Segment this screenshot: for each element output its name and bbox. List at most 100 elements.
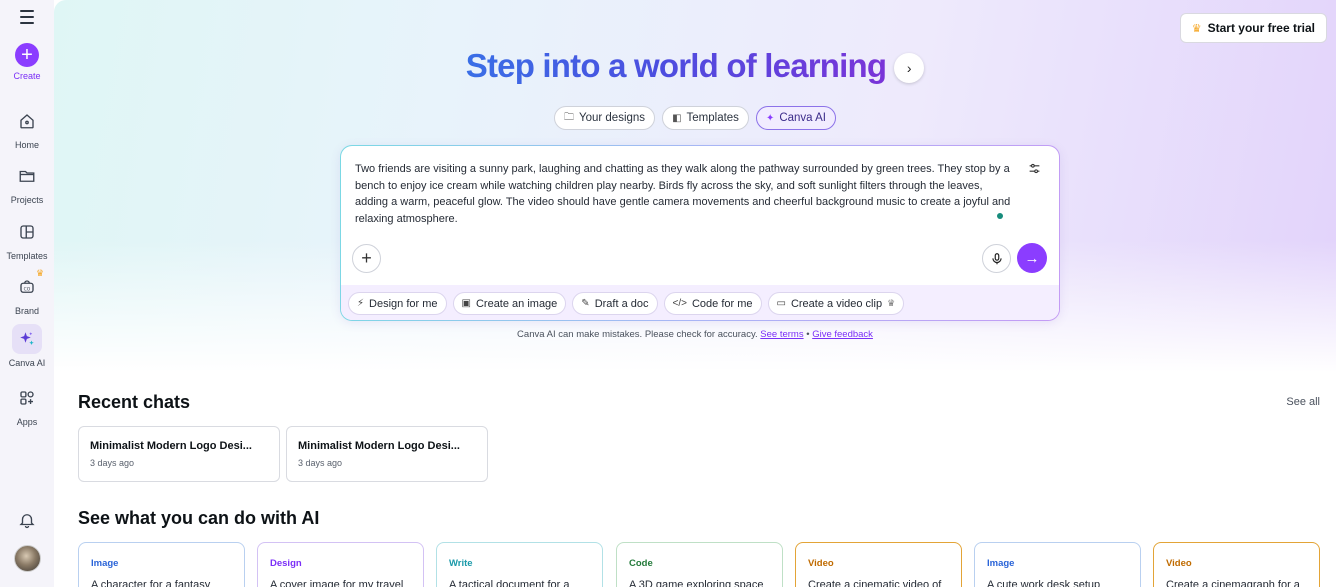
- sidebar-item-projects[interactable]: Projects: [0, 161, 54, 205]
- card-category: Write: [449, 558, 473, 569]
- card-category: Code: [629, 558, 653, 569]
- menu-icon[interactable]: [16, 8, 38, 26]
- sidebar-item-label: Home: [14, 140, 39, 150]
- ai-example-card[interactable]: Video Create a cinemagraph for a: [1153, 542, 1320, 587]
- sidebar-item-label: Canva AI: [8, 358, 46, 368]
- disclaimer-text: Canva AI can make mistakes. Please check…: [517, 329, 758, 340]
- ai-example-card[interactable]: Image A cute work desk setup: [974, 542, 1141, 587]
- settings-sliders-icon[interactable]: [1028, 162, 1041, 178]
- sidebar-item-label: Brand: [14, 306, 40, 316]
- give-feedback-link[interactable]: Give feedback: [812, 329, 873, 340]
- avatar[interactable]: [0, 545, 54, 572]
- sidebar-item-label: Apps: [16, 417, 38, 427]
- notifications-button[interactable]: [0, 505, 54, 535]
- card-category: Image: [987, 558, 1015, 569]
- card-description: Create a cinematic video of: [808, 579, 942, 587]
- sidebar-item-templates[interactable]: Templates: [0, 217, 54, 261]
- card-category: Image: [91, 558, 119, 569]
- chat-title: Minimalist Modern Logo Desi...: [298, 440, 460, 452]
- add-attachment-button[interactable]: +: [352, 244, 381, 273]
- mode-tabs: 🗀 Your designs ◧ Templates ✦ Canva AI: [54, 106, 1336, 130]
- prompt-box: Two friends are visiting a sunny park, l…: [340, 145, 1060, 321]
- draft-doc-button[interactable]: ✎ Draft a doc: [572, 292, 658, 315]
- crown-icon: ♛: [887, 298, 896, 308]
- ai-example-card[interactable]: Video Create a cinematic video of: [795, 542, 962, 587]
- see-all-link[interactable]: See all: [1286, 396, 1320, 408]
- see-terms-link[interactable]: See terms: [760, 329, 803, 340]
- sidebar-item-label: Projects: [10, 195, 44, 205]
- magic-wand-icon: ⚡: [357, 298, 365, 309]
- ai-example-card[interactable]: Design A cover image for my travel: [257, 542, 424, 587]
- arrow-right-icon: →: [1024, 249, 1040, 267]
- sidebar-item-canva-ai[interactable]: Canva AI: [0, 324, 54, 368]
- chat-date: 3 days ago: [90, 458, 135, 468]
- recent-chat-card[interactable]: Minimalist Modern Logo Desi... 3 days ag…: [78, 426, 280, 482]
- tab-label: Your designs: [578, 112, 646, 124]
- microphone-button[interactable]: [982, 244, 1011, 273]
- card-category: Video: [808, 558, 834, 569]
- user-avatar-image: [13, 545, 41, 572]
- create-image-button[interactable]: ▣ Create an image: [452, 292, 567, 315]
- chip-label: Create a video clip: [790, 297, 883, 310]
- image-icon: ▣: [461, 298, 471, 309]
- chat-title: Minimalist Modern Logo Desi...: [90, 440, 252, 452]
- quick-actions: ⚡ Design for me ▣ Create an image ✎ Draf…: [341, 285, 1059, 320]
- sidebar: + Create Home Projects Templates CO ♛ Br…: [0, 0, 54, 587]
- svg-text:CO: CO: [24, 286, 31, 292]
- tab-templates[interactable]: ◧ Templates: [662, 106, 749, 130]
- crown-icon: ♛: [1191, 22, 1202, 35]
- sidebar-item-label: Templates: [6, 251, 48, 261]
- crown-icon: ♛: [36, 268, 45, 278]
- chat-date: 3 days ago: [298, 458, 343, 468]
- tab-your-designs[interactable]: 🗀 Your designs: [553, 106, 656, 130]
- folder-icon: 🗀: [563, 111, 574, 123]
- ai-section-title: See what you can do with AI: [78, 508, 320, 528]
- pen-icon: ✎: [581, 298, 590, 309]
- start-free-trial-button[interactable]: ♛ Start your free trial: [1179, 13, 1327, 43]
- tab-canva-ai[interactable]: ✦ Canva AI: [755, 106, 836, 130]
- microphone-icon: [991, 252, 1002, 264]
- send-button[interactable]: →: [1017, 243, 1047, 273]
- templates-icon: ◧: [672, 112, 682, 124]
- ai-example-card[interactable]: Code A 3D game exploring space: [616, 542, 783, 587]
- card-description: A cute work desk setup: [987, 579, 1101, 587]
- trial-label: Start your free trial: [1207, 21, 1315, 35]
- design-for-me-button[interactable]: ⚡ Design for me: [348, 292, 447, 315]
- main-content: ♛ Start your free trial Step into a worl…: [54, 0, 1336, 587]
- code-icon: </>: [672, 298, 687, 309]
- sparkle-icon: [12, 324, 42, 354]
- sidebar-item-apps[interactable]: Apps: [0, 383, 54, 427]
- sparkle-icon: ✦: [765, 112, 775, 124]
- recent-chat-card[interactable]: Minimalist Modern Logo Desi... 3 days ag…: [286, 426, 488, 482]
- ai-example-card[interactable]: Write A tactical document for a: [436, 542, 603, 587]
- create-label: Create: [13, 71, 41, 81]
- separator: •: [806, 329, 810, 340]
- cursor-indicator: [997, 213, 1003, 219]
- chip-label: Code for me: [691, 297, 753, 310]
- card-category: Design: [270, 558, 302, 569]
- sidebar-item-home[interactable]: Home: [0, 106, 54, 150]
- bell-icon: [12, 505, 42, 535]
- card-description: A cover image for my travel: [270, 579, 404, 587]
- ai-example-card[interactable]: Image A character for a fantasy: [78, 542, 245, 587]
- create-button[interactable]: + Create: [13, 43, 41, 81]
- card-category: Video: [1166, 558, 1192, 569]
- card-description: A 3D game exploring space: [629, 579, 764, 587]
- sidebar-item-brand[interactable]: CO ♛ Brand: [0, 268, 54, 316]
- chip-label: Create an image: [475, 297, 558, 310]
- card-description: Create a cinemagraph for a: [1166, 579, 1300, 587]
- chip-label: Draft a doc: [594, 297, 649, 310]
- hero-title-row: Step into a world of learning ›: [54, 47, 1336, 85]
- video-icon: ▭: [776, 298, 786, 309]
- plus-icon: +: [361, 248, 372, 268]
- prompt-input[interactable]: Two friends are visiting a sunny park, l…: [355, 161, 1015, 227]
- templates-icon: [12, 217, 42, 247]
- page-title: Step into a world of learning: [465, 47, 887, 84]
- plus-icon: +: [14, 43, 39, 67]
- code-for-me-button[interactable]: </> Code for me: [663, 292, 762, 315]
- chevron-right-icon[interactable]: ›: [894, 53, 925, 83]
- folder-icon: [12, 161, 42, 191]
- home-icon: [12, 106, 42, 136]
- chip-label: Design for me: [369, 297, 438, 310]
- create-video-clip-button[interactable]: ▭ Create a video clip ♛: [767, 292, 905, 315]
